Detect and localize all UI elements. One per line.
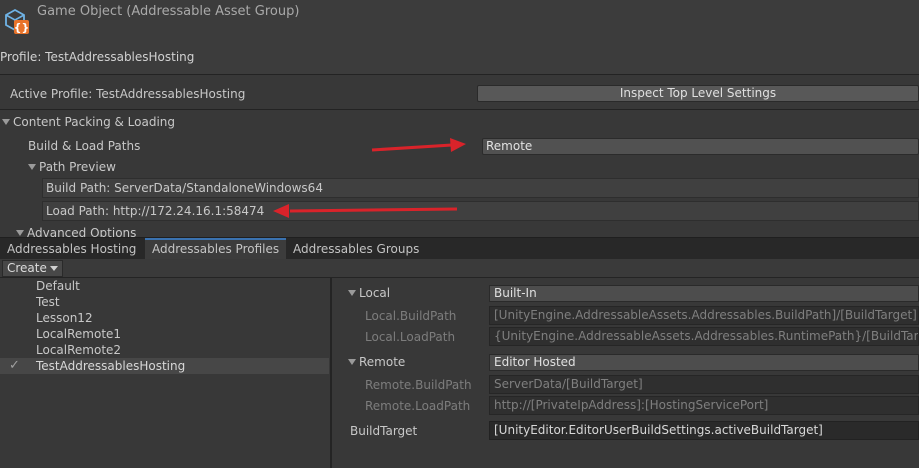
foldout-arrow-icon xyxy=(28,163,36,170)
list-item[interactable]: Lesson12 xyxy=(0,310,329,326)
divider xyxy=(0,109,919,110)
tab-addressables-profiles[interactable]: Addressables Profiles xyxy=(145,238,287,260)
local-group-foldout[interactable]: Local xyxy=(348,286,390,300)
inspector-header: {} Game Object (Addressable Asset Group)… xyxy=(0,0,919,75)
chevron-down-icon xyxy=(49,266,58,271)
list-item[interactable]: LocalRemote2 xyxy=(0,342,329,358)
tab-addressables-hosting[interactable]: Addressables Hosting xyxy=(0,238,143,260)
build-path-preview: Build Path: ServerData/StandaloneWindows… xyxy=(42,178,919,198)
list-item[interactable]: LocalRemote1 xyxy=(0,326,329,342)
list-item-selected[interactable]: ✓ TestAddressablesHosting xyxy=(0,358,329,374)
local-type-dropdown[interactable]: Built-In xyxy=(489,285,919,302)
addressable-group-icon: {} xyxy=(5,8,30,34)
content-packing-label: Content Packing & Loading xyxy=(13,115,176,129)
create-label: Create xyxy=(7,261,47,275)
build-target-label: BuildTarget xyxy=(350,424,418,438)
foldout-arrow-icon xyxy=(2,118,10,125)
content-packing-foldout[interactable]: Content Packing & Loading xyxy=(2,115,175,129)
inspector-title: Game Object (Addressable Asset Group) xyxy=(37,4,300,19)
remote-group-foldout[interactable]: Remote xyxy=(348,355,405,369)
remote-type-dropdown[interactable]: Editor Hosted xyxy=(489,354,919,371)
annotation-arrow-remote xyxy=(371,138,466,152)
local-load-path-field[interactable]: {UnityEngine.AddressableAssets.Addressab… xyxy=(489,327,919,346)
profiles-list: Default Test Lesson12 LocalRemote1 Local… xyxy=(0,278,330,468)
remote-group-label: Remote xyxy=(359,355,406,369)
list-item[interactable]: Test xyxy=(0,294,329,310)
local-group-label: Local xyxy=(359,286,391,300)
inspect-top-level-settings-button[interactable]: Inspect Top Level Settings xyxy=(477,85,919,102)
remote-build-path-label: Remote.BuildPath xyxy=(365,378,472,392)
active-profile-label: Active Profile: TestAddressablesHosting xyxy=(10,87,246,101)
build-target-field[interactable]: [UnityEditor.EditorUserBuildSettings.act… xyxy=(489,421,919,440)
remote-load-path-field[interactable]: http://[PrivateIpAddress]:[HostingServic… xyxy=(489,396,919,415)
foldout-arrow-icon xyxy=(16,229,24,236)
check-icon: ✓ xyxy=(9,358,20,373)
build-load-paths-label: Build & Load Paths xyxy=(28,139,141,153)
path-preview-label: Path Preview xyxy=(39,160,116,174)
create-dropdown-button[interactable]: Create xyxy=(2,260,63,277)
foldout-arrow-icon xyxy=(348,289,356,296)
foldout-arrow-icon xyxy=(348,358,356,365)
bottom-tab-bar: Addressables Hosting Addressables Profil… xyxy=(0,237,919,260)
divider xyxy=(0,74,919,75)
profile-detail-panel: Local Built-In Local.BuildPath [UnityEng… xyxy=(332,278,919,468)
load-path-preview: Load Path: http://172.24.16.1:58474 xyxy=(42,201,919,221)
profile-line: Profile: TestAddressablesHosting xyxy=(0,50,195,64)
path-preview-foldout[interactable]: Path Preview xyxy=(28,160,116,174)
tab-addressables-groups[interactable]: Addressables Groups xyxy=(286,238,426,260)
local-build-path-label: Local.BuildPath xyxy=(365,309,457,323)
local-build-path-field[interactable]: [UnityEngine.AddressableAssets.Addressab… xyxy=(489,306,919,325)
remote-load-path-label: Remote.LoadPath xyxy=(365,399,471,413)
remote-build-path-field[interactable]: ServerData/[BuildTarget] xyxy=(489,375,919,394)
build-load-paths-dropdown[interactable]: Remote xyxy=(482,138,919,155)
list-item-label: TestAddressablesHosting xyxy=(36,359,186,373)
local-load-path-label: Local.LoadPath xyxy=(365,330,456,344)
list-item[interactable]: Default xyxy=(0,278,329,294)
profiles-toolbar: Create xyxy=(0,259,919,278)
svg-text:{}: {} xyxy=(14,21,30,34)
